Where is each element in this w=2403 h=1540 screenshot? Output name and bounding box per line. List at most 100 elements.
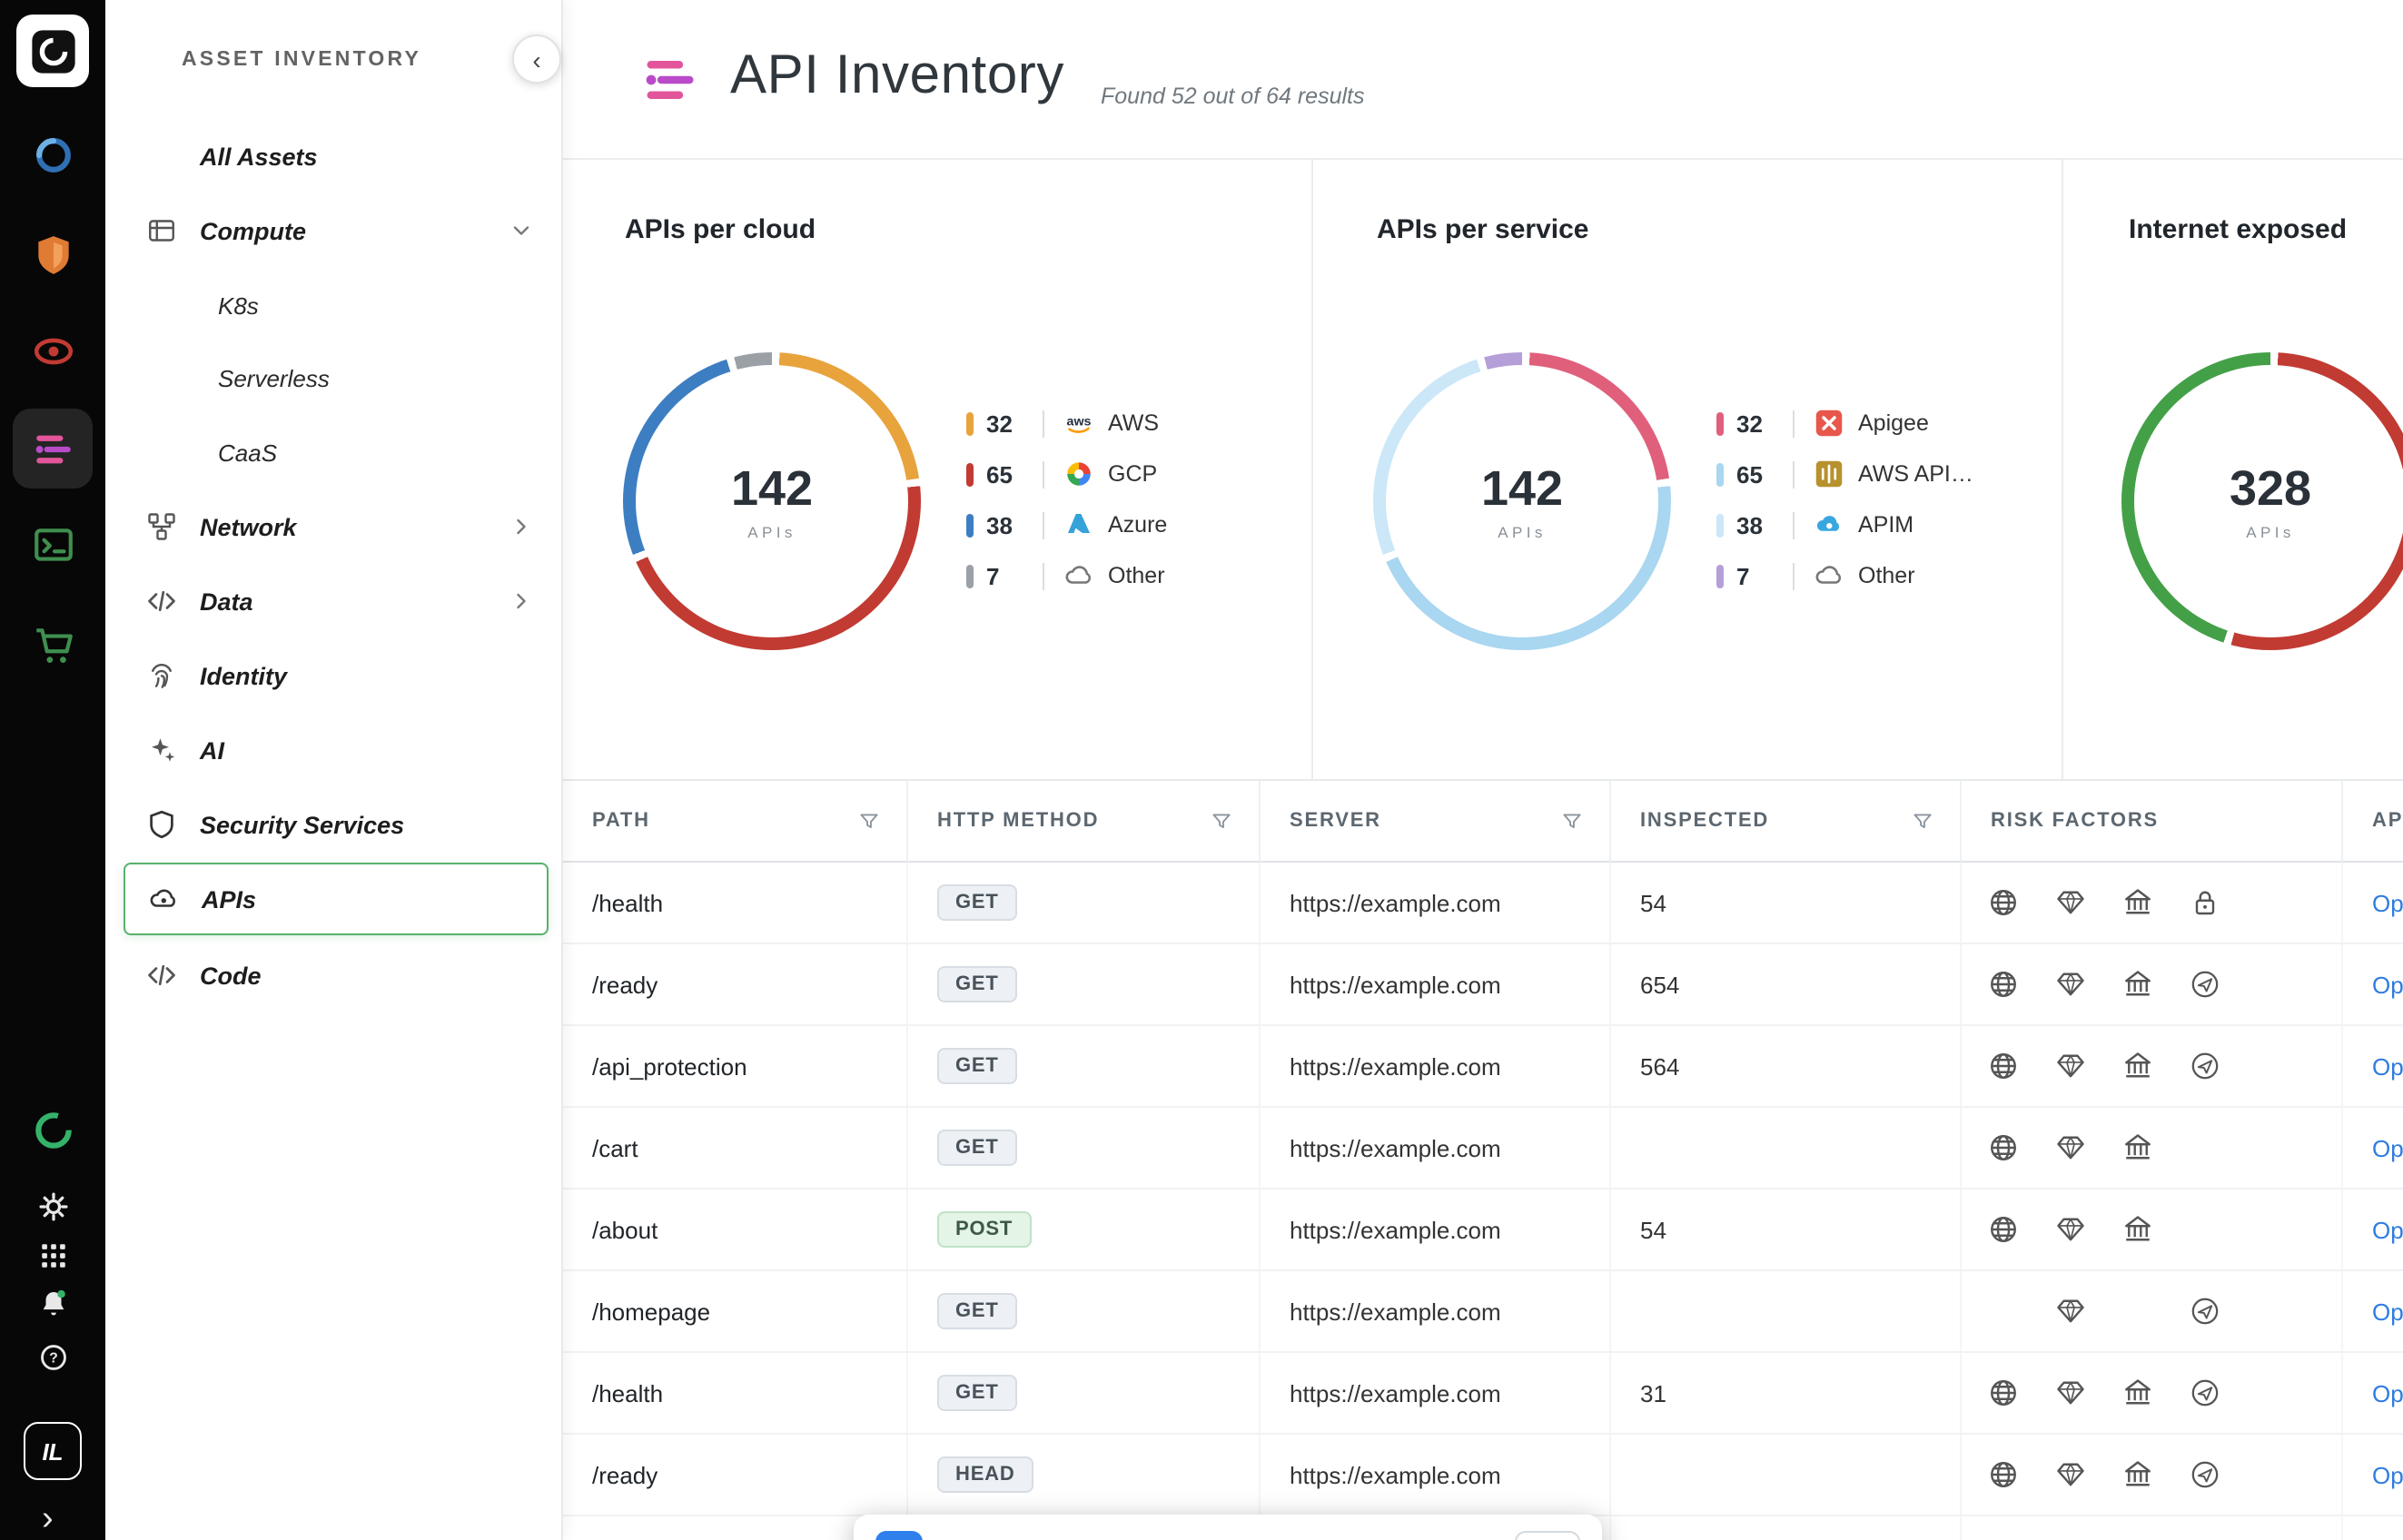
internet-globe-icon — [1987, 886, 2020, 919]
filter-funnel-icon[interactable] — [857, 809, 881, 833]
send-icon — [2189, 1458, 2221, 1491]
charts-section: APIs per cloud142APIs32awsAWS65GCP38Azur… — [563, 160, 2403, 781]
waf-gem-icon — [2054, 886, 2087, 919]
column-header-server[interactable]: SERVER — [1261, 781, 1611, 863]
rows-per-page-select[interactable]: 10 — [1515, 1531, 1580, 1540]
table-row[interactable]: /cartGEThttps://example.comOpenAPI — [563, 1108, 2403, 1190]
rail-item-notifications-bell-icon[interactable] — [31, 1280, 74, 1324]
sidebar-item-caas[interactable]: CaaS — [105, 416, 563, 489]
rail-item-api-pink-icon[interactable] — [13, 409, 93, 489]
aws-icon: aws — [1063, 407, 1095, 439]
api-spec-link[interactable]: OpenAPI — [2372, 1298, 2403, 1325]
rail-item-shield-orange-icon[interactable] — [13, 214, 93, 294]
sidebar-collapse-button[interactable]: ‹ — [512, 35, 561, 84]
filter-funnel-icon[interactable] — [1560, 809, 1584, 833]
chart-legend: 32awsAWS65GCP38Azure7Other — [966, 405, 1167, 594]
internet-globe-icon — [1987, 1377, 2020, 1409]
aws-api-icon — [1813, 458, 1845, 490]
sidebar-item-data[interactable]: Data — [105, 565, 563, 637]
api-spec-link[interactable]: OpenAPI — [2372, 1379, 2403, 1407]
api-spec-link[interactable]: OpenAPI — [2372, 1134, 2403, 1161]
send-icon — [2189, 1377, 2221, 1409]
rail-item-discovery-icon[interactable] — [13, 114, 93, 194]
rail-item-eye-icon[interactable] — [13, 311, 93, 390]
table-row[interactable]: /readyGEThttps://example.com654OpenAPI — [563, 944, 2403, 1026]
user-avatar[interactable]: IL — [24, 1422, 82, 1480]
legend-label: Azure — [1108, 512, 1167, 538]
cell-method: GET — [908, 944, 1261, 1024]
sidebar-item-code[interactable]: Code — [105, 939, 563, 1012]
column-header-path[interactable]: PATH — [563, 781, 908, 863]
legend-divider — [1793, 511, 1795, 538]
chevron-right-icon — [509, 588, 534, 614]
rail-item-apps-grid-icon[interactable] — [31, 1233, 74, 1277]
organization-icon — [2121, 886, 2154, 919]
chart-internet-exposed: Internet exposed328APIs — [2062, 160, 2403, 779]
svg-text:?: ? — [48, 1350, 57, 1366]
sidebar-item-ai[interactable]: AI — [105, 714, 563, 786]
legend-value: 65 — [1736, 460, 1775, 488]
rail-item-help-icon[interactable]: ? — [31, 1335, 74, 1378]
sidebar-item-security-services[interactable]: Security Services — [105, 788, 563, 861]
legend-divider — [1043, 562, 1044, 589]
filter-funnel-icon[interactable] — [1911, 809, 1934, 833]
code-icon — [145, 585, 178, 617]
api-table: PATHHTTP METHODSERVERINSPECTEDRISK FACTO… — [563, 781, 2403, 1540]
api-spec-link[interactable]: OpenAPI — [2372, 1052, 2403, 1080]
sidebar-item-apis[interactable]: APIs — [124, 863, 549, 935]
sidebar-item-serverless[interactable]: Serverless — [105, 341, 563, 414]
legend-color-bar — [1716, 513, 1724, 537]
cell-risk-factors — [1962, 1271, 2343, 1351]
table-row[interactable]: /readyHEADhttps://example.comOpenAPI — [563, 1435, 2403, 1516]
table-row[interactable]: /healthGEThttps://example.com54OpenAPI — [563, 863, 2403, 944]
filter-funnel-icon[interactable] — [1210, 809, 1233, 833]
api-spec-link[interactable]: OpenAPI — [2372, 1461, 2403, 1488]
table-row[interactable]: /aboutPOSThttps://example.com54OpenAPI — [563, 1190, 2403, 1271]
http-method-badge: GET — [937, 884, 1017, 921]
rail-item-terminal-icon[interactable] — [13, 505, 93, 585]
product-logo[interactable] — [16, 15, 89, 87]
rail-item-settings-gear-icon[interactable] — [31, 1184, 74, 1228]
cell-method: GET — [908, 863, 1261, 943]
column-header-risk-factors[interactable]: RISK FACTORS — [1962, 781, 2343, 863]
cell-inspected — [1611, 1271, 1962, 1351]
legend-label: GCP — [1108, 461, 1157, 487]
apim-icon — [1813, 508, 1845, 541]
cell-path: /health — [563, 863, 908, 943]
cell-api-spec: OpenAPI — [2343, 944, 2403, 1024]
column-header-api-spec[interactable]: API SPEC — [2343, 781, 2403, 863]
expand-chevron[interactable]: › — [42, 1502, 54, 1536]
table-row[interactable]: /healthGEThttps://example.com31OpenAPI — [563, 1353, 2403, 1435]
http-method-badge: HEAD — [937, 1456, 1033, 1493]
http-method-badge: GET — [937, 966, 1017, 1002]
rail-item-cart-icon[interactable] — [13, 605, 93, 685]
donut-center-label: APIs — [1498, 523, 1547, 541]
pagination-page-button[interactable]: 1 — [875, 1531, 923, 1540]
cell-risk-factors — [1962, 1190, 2343, 1269]
sidebar-item-network[interactable]: Network — [105, 490, 563, 563]
cell-risk-factors — [1962, 1108, 2343, 1188]
page-title: API Inventory — [730, 45, 1064, 107]
api-spec-link[interactable]: OpenAPI — [2372, 1216, 2403, 1243]
api-spec-link[interactable]: OpenAPI — [2372, 971, 2403, 998]
column-header-http-method[interactable]: HTTP METHOD — [908, 781, 1261, 863]
chart-legend: 32Apigee65AWS API…38APIM7Other — [1716, 405, 1973, 594]
cell-inspected: 99 — [1611, 1516, 1962, 1540]
http-method-badge: GET — [937, 1293, 1017, 1329]
internet-globe-icon — [1987, 1213, 2020, 1246]
sidebar-item-identity[interactable]: Identity — [105, 639, 563, 712]
identity-icon — [145, 659, 178, 692]
cell-method: GET — [908, 1353, 1261, 1433]
column-header-inspected[interactable]: INSPECTED — [1611, 781, 1962, 863]
rail-item-orca-ring-icon[interactable] — [13, 1090, 93, 1170]
legend-value: 65 — [986, 460, 1024, 488]
sidebar-item-all-assets[interactable]: All Assets — [105, 120, 563, 192]
waf-gem-icon — [2054, 1377, 2087, 1409]
table-row[interactable]: /homepageGEThttps://example.comOpenAPI — [563, 1271, 2403, 1353]
sidebar-item-compute[interactable]: Compute — [105, 194, 563, 267]
api-spec-link[interactable]: OpenAPI — [2372, 889, 2403, 916]
sidebar-item-label: Identity — [200, 662, 287, 689]
sidebar-item-k8s[interactable]: K8s — [105, 269, 563, 341]
table-row[interactable]: /api_protectionGEThttps://example.com564… — [563, 1026, 2403, 1108]
donut-center-value: 328 — [2230, 461, 2311, 518]
